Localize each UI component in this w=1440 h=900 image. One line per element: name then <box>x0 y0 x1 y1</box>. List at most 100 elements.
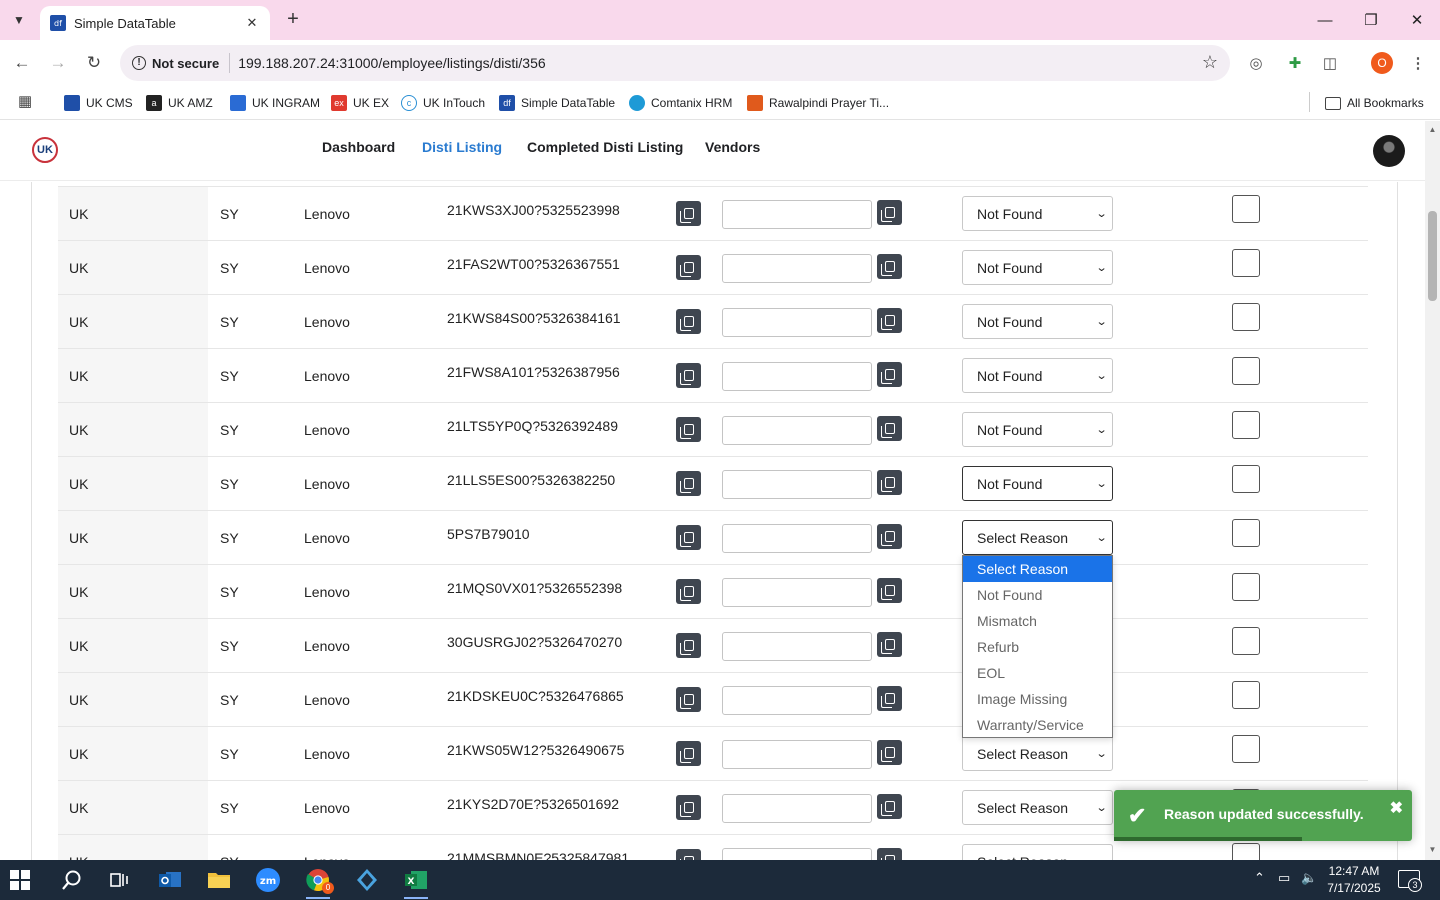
row-checkbox[interactable] <box>1232 411 1260 439</box>
reason-select[interactable]: Not Found ⌄ <box>962 466 1113 501</box>
reason-option[interactable]: Warranty/Service <box>963 712 1112 738</box>
translate-icon[interactable]: ◎ <box>1244 51 1268 75</box>
reason-select[interactable]: Not Found ⌄ <box>962 412 1113 447</box>
paste-link-button[interactable] <box>877 524 902 549</box>
copy-sku-button[interactable] <box>676 363 701 388</box>
reload-icon[interactable]: ↻ <box>81 50 107 76</box>
reason-dropdown-list[interactable]: Select Reason Not Found Mismatch Refurb EOL I… <box>962 555 1113 738</box>
profile-avatar[interactable]: O <box>1371 52 1393 74</box>
row-checkbox[interactable] <box>1232 735 1260 763</box>
reason-select[interactable]: Select Reason⌄ <box>962 790 1113 825</box>
paste-link-button[interactable] <box>877 740 902 765</box>
link-input[interactable] <box>722 686 872 715</box>
file-explorer-icon[interactable] <box>199 864 239 896</box>
close-window-button[interactable]: ✕ <box>1394 6 1440 34</box>
windows-start-icon[interactable] <box>10 870 30 890</box>
search-icon[interactable] <box>52 864 92 896</box>
reason-option[interactable]: Mismatch <box>963 608 1112 634</box>
forward-icon[interactable]: → <box>45 50 71 76</box>
menu-dots-icon[interactable]: ⋮ <box>1406 51 1430 75</box>
volume-mute-icon[interactable]: 🔈 <box>1301 870 1317 886</box>
extensions-icon[interactable]: ◫ <box>1318 51 1342 75</box>
link-input[interactable] <box>722 524 872 553</box>
reason-select[interactable]: Select Reason⌄ <box>962 844 1113 860</box>
link-input[interactable] <box>722 794 872 823</box>
paste-link-button[interactable] <box>877 578 902 603</box>
bookmark-uk-amz[interactable]: a UK AMZ <box>146 92 213 114</box>
copy-sku-button[interactable] <box>676 849 701 860</box>
copy-sku-button[interactable] <box>676 309 701 334</box>
task-view-icon[interactable] <box>100 864 140 896</box>
reason-select[interactable]: Select Reason⌄ <box>962 736 1113 771</box>
bookmark-uk-intouch[interactable]: c UK InTouch <box>401 92 485 114</box>
reason-select[interactable]: Not Found ⌄ <box>962 304 1113 339</box>
scroll-down-icon[interactable]: ▼ <box>1427 845 1438 854</box>
paste-link-button[interactable] <box>877 416 902 441</box>
bookmark-star-icon[interactable]: ☆ <box>1202 52 1218 73</box>
nav-dashboard[interactable]: Dashboard <box>322 139 395 155</box>
copy-sku-button[interactable] <box>676 633 701 658</box>
row-checkbox[interactable] <box>1232 249 1260 277</box>
chrome-icon[interactable]: 0 <box>298 864 338 899</box>
reason-option[interactable]: Not Found <box>963 582 1112 608</box>
bookmark-comtanix-hrm[interactable]: Comtanix HRM <box>629 92 732 114</box>
paste-link-button[interactable] <box>877 470 902 495</box>
security-indicator[interactable]: ! Not secure <box>132 56 219 71</box>
nav-completed-disti-listing[interactable]: Completed Disti Listing <box>527 139 683 155</box>
link-input[interactable] <box>722 254 872 283</box>
bookmark-rawalpindi-prayer[interactable]: Rawalpindi Prayer Ti... <box>747 92 889 114</box>
close-tab-icon[interactable]: ✕ <box>242 15 262 31</box>
copy-sku-button[interactable] <box>676 471 701 496</box>
reason-select[interactable]: Not Found ⌄ <box>962 196 1113 231</box>
row-checkbox[interactable] <box>1232 843 1260 860</box>
paste-link-button[interactable] <box>877 308 902 333</box>
paste-link-button[interactable] <box>877 362 902 387</box>
apps-grid-icon[interactable]: ▦ <box>18 92 32 110</box>
restore-button[interactable]: ❐ <box>1348 6 1394 34</box>
paste-link-button[interactable] <box>877 848 902 860</box>
page-scrollbar[interactable]: ▲ ▼ <box>1425 121 1440 860</box>
outlook-icon[interactable] <box>150 864 190 896</box>
copy-sku-button[interactable] <box>676 741 701 766</box>
link-input[interactable] <box>722 848 872 860</box>
copy-sku-button[interactable] <box>676 417 701 442</box>
zoom-icon[interactable]: zm <box>248 864 288 896</box>
tray-chevron-icon[interactable]: ⌃ <box>1254 870 1265 886</box>
copy-sku-button[interactable] <box>676 255 701 280</box>
extension-plus-icon[interactable]: ✚ <box>1283 51 1307 75</box>
browser-tab[interactable]: df Simple DataTable ✕ <box>40 6 270 40</box>
url-text[interactable]: 199.188.207.24:31000/employee/listings/d… <box>238 55 545 71</box>
copy-sku-button[interactable] <box>676 201 701 226</box>
scroll-thumb[interactable] <box>1428 211 1437 301</box>
reason-option[interactable]: Image Missing <box>963 686 1112 712</box>
paste-link-button[interactable] <box>877 794 902 819</box>
paste-link-button[interactable] <box>877 632 902 657</box>
paste-link-button[interactable] <box>877 686 902 711</box>
row-checkbox[interactable] <box>1232 573 1260 601</box>
address-bar[interactable]: ! Not secure 199.188.207.24:31000/employ… <box>120 45 1230 81</box>
user-avatar[interactable] <box>1373 135 1405 167</box>
link-input[interactable] <box>722 740 872 769</box>
nav-disti-listing[interactable]: Disti Listing <box>422 139 502 155</box>
nav-vendors[interactable]: Vendors <box>705 139 760 155</box>
copy-sku-button[interactable] <box>676 525 701 550</box>
link-input[interactable] <box>722 200 872 229</box>
row-checkbox[interactable] <box>1232 681 1260 709</box>
back-icon[interactable]: ← <box>9 50 35 76</box>
toast-close-icon[interactable]: ✖ <box>1390 798 1403 818</box>
row-checkbox[interactable] <box>1232 357 1260 385</box>
row-checkbox[interactable] <box>1232 519 1260 547</box>
scroll-up-icon[interactable]: ▲ <box>1427 125 1438 134</box>
row-checkbox[interactable] <box>1232 303 1260 331</box>
paste-link-button[interactable] <box>877 200 902 225</box>
network-icon[interactable]: ▭ <box>1278 870 1290 886</box>
new-tab-button[interactable]: + <box>282 8 304 32</box>
bookmark-uk-cms[interactable]: UK CMS <box>64 92 133 114</box>
bookmark-uk-ingram[interactable]: UK INGRAM <box>230 92 320 114</box>
row-checkbox[interactable] <box>1232 465 1260 493</box>
reason-option[interactable]: EOL <box>963 660 1112 686</box>
reason-option[interactable]: Select Reason <box>963 556 1112 582</box>
row-checkbox[interactable] <box>1232 195 1260 223</box>
link-input[interactable] <box>722 362 872 391</box>
all-bookmarks[interactable]: All Bookmarks <box>1325 92 1424 114</box>
